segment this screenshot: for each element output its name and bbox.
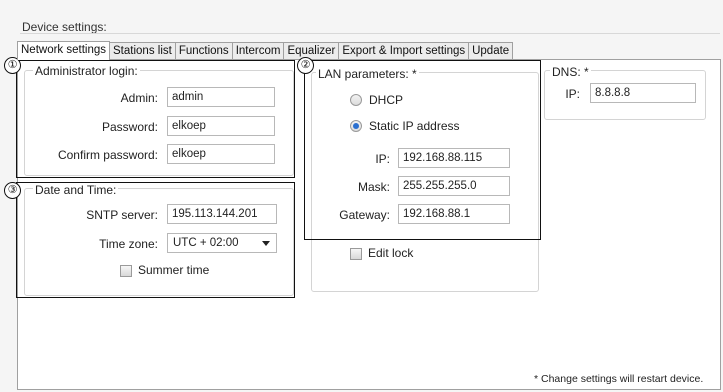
tab-equalizer[interactable]: Equalizer [283,42,340,59]
tab-functions[interactable]: Functions [174,42,233,59]
tab-intercom[interactable]: Intercom [231,42,285,59]
dns-title: DNS: * [550,65,591,79]
edit-lock-label: Edit lock [368,246,414,260]
callout-number-3: ③ [4,182,21,199]
callout-box-1 [16,60,295,178]
settings-tabbar: Network settings Stations list Functions… [17,41,514,60]
dns-ip-label: IP: [565,87,580,101]
device-settings-title: Device settings: [22,20,107,34]
title-divider [20,33,720,34]
dns-ip-field[interactable]: 8.8.8.8 [590,83,696,103]
restart-warning-note: * Change settings will restart device. [534,373,704,385]
callout-box-3 [16,182,295,298]
tab-update[interactable]: Update [468,42,514,59]
tab-stations-list[interactable]: Stations list [109,42,176,59]
tab-export-import-settings[interactable]: Export & Import settings [338,42,470,59]
callout-box-2 [304,60,541,240]
callout-number-2: ② [297,57,314,74]
edit-lock-checkbox[interactable] [350,248,362,260]
tab-network-settings[interactable]: Network settings [17,41,111,60]
